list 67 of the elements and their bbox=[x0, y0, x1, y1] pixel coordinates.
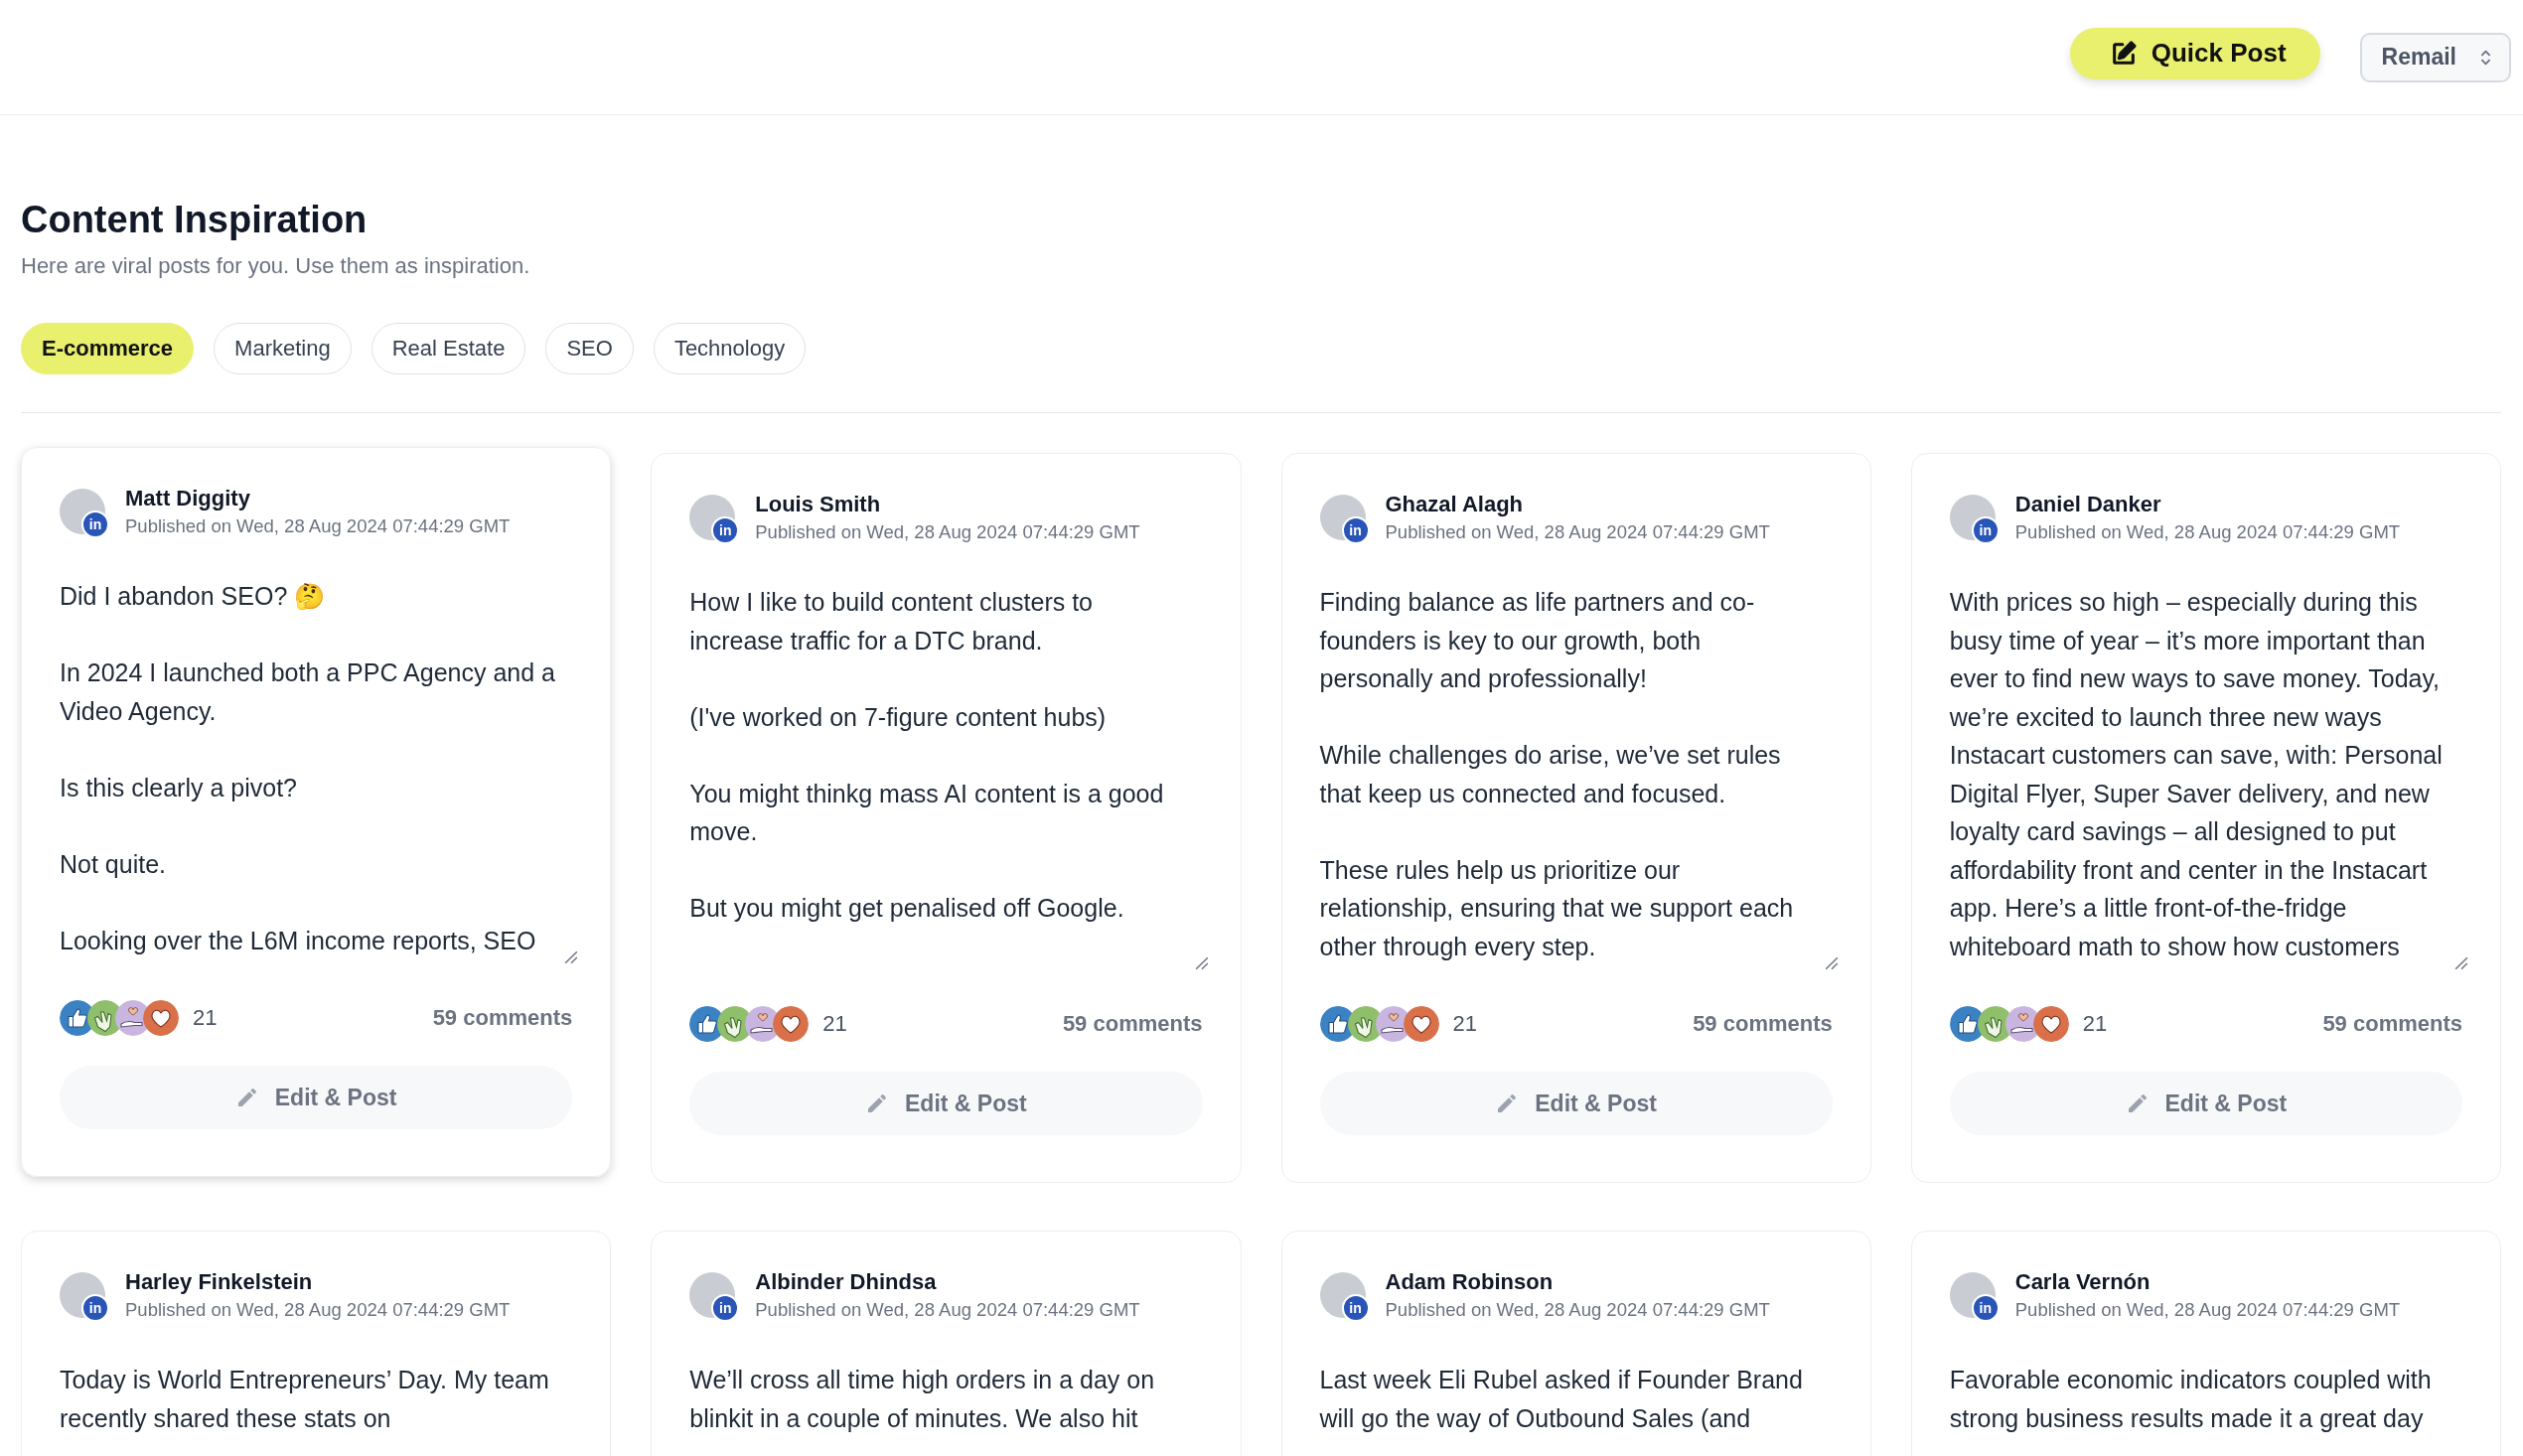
author-name: Albinder Dhindsa bbox=[755, 1269, 938, 1295]
post-paragraph: (I've worked on 7-figure content hubs) bbox=[689, 701, 1108, 733]
linkedin-badge: in bbox=[1341, 1294, 1370, 1322]
post-paragraph: But you might get penalised off Google. bbox=[689, 893, 1125, 924]
author-name: Louis Smith bbox=[755, 492, 882, 517]
chevron-up-down-icon bbox=[2480, 48, 2491, 67]
edit-and-post-button[interactable]: Edit & Post bbox=[1319, 1072, 1833, 1135]
comment-count[interactable]: 59 comments bbox=[2322, 1011, 2462, 1037]
published-date: Published on Wed, 28 Aug 2024 07:44:29 GMT bbox=[755, 521, 1140, 543]
author-name: Adam Robinson bbox=[1385, 1269, 1555, 1295]
post-paragraph: Did I abandon SEO? 🤔 bbox=[60, 581, 327, 612]
post-paragraph: Today is World Entrepreneurs’ Day. My team recently shared these stats on bbox=[60, 1365, 550, 1434]
linkedin-badge: in bbox=[81, 510, 109, 538]
post-paragraph: In 2024 I launched both a PPC Agency and a Video Agency. bbox=[60, 657, 556, 727]
post-paragraph: We’ll cross all time high orders in a day on blinkit in a couple of minutes. We also hit bbox=[689, 1365, 1156, 1434]
published-date: Published on Wed, 28 Aug 2024 07:44:29 GMT bbox=[755, 1299, 1140, 1321]
reaction-count: 21 bbox=[2082, 1011, 2108, 1037]
published-date: Published on Wed, 28 Aug 2024 07:44:29 GMT bbox=[1385, 521, 1770, 543]
page-title: Content Inspiration bbox=[21, 199, 369, 241]
resize-handle-icon[interactable] bbox=[1824, 956, 1839, 970]
quick-post-button[interactable]: Quick Post bbox=[2069, 27, 2320, 79]
post-paragraph: These rules help us prioritize our relationship, ensuring that we support each other through every step. bbox=[1319, 854, 1795, 962]
linkedin-badge: in bbox=[81, 1294, 109, 1322]
comment-count[interactable]: 59 comments bbox=[1693, 1011, 1833, 1037]
reaction-count: 21 bbox=[1452, 1011, 1477, 1037]
author-name: Harley Finkelstein bbox=[125, 1269, 314, 1295]
post-paragraph: How I like to build content clusters to increase traffic for a DTC brand. bbox=[689, 587, 1094, 656]
published-date: Published on Wed, 28 Aug 2024 07:44:29 GMT bbox=[2014, 521, 2401, 543]
linkedin-badge: in bbox=[1341, 516, 1370, 544]
linkedin-badge: in bbox=[1971, 1294, 2000, 1322]
edit-and-post-button[interactable]: Edit & Post bbox=[60, 1066, 573, 1129]
comment-count[interactable]: 59 comments bbox=[1062, 1011, 1203, 1037]
post-paragraph: Is this clearly a pivot? bbox=[60, 772, 298, 803]
category-tab[interactable]: E-commerce bbox=[21, 323, 195, 374]
author-name: Matt Diggity bbox=[125, 486, 251, 511]
resize-handle-icon[interactable] bbox=[2454, 956, 2468, 970]
post-paragraph: You might thinkg mass AI content is a good move. bbox=[689, 778, 1165, 847]
post-paragraph: Favorable economic indicators coupled with strong business results made it a great day bbox=[1949, 1365, 2433, 1434]
page-subtitle: Here are viral posts for you. Use them as inspiration. bbox=[21, 253, 531, 279]
reaction-count: 21 bbox=[822, 1011, 847, 1037]
edit-and-post-button[interactable]: Edit & Post bbox=[689, 1072, 1203, 1135]
author-name: Daniel Danker bbox=[2014, 492, 2162, 517]
edit-and-post-button[interactable]: Edit & Post bbox=[1949, 1072, 2462, 1135]
category-tab[interactable]: Technology bbox=[653, 323, 807, 374]
category-tab[interactable]: Real Estate bbox=[371, 323, 526, 374]
post-paragraph: Last week Eli Rubel asked if Founder Brand will go the way of Outbound Sales (and bbox=[1319, 1365, 1804, 1434]
category-tab[interactable]: SEO bbox=[545, 323, 634, 374]
reaction-count: 21 bbox=[193, 1005, 218, 1031]
published-date: Published on Wed, 28 Aug 2024 07:44:29 GMT bbox=[125, 1299, 511, 1321]
published-date: Published on Wed, 28 Aug 2024 07:44:29 GMT bbox=[2014, 1299, 2401, 1321]
linkedin-badge: in bbox=[1971, 516, 2000, 544]
linkedin-badge: in bbox=[711, 516, 740, 544]
post-paragraph: With prices so high – especially during this busy time of year – it’s more important than ever to find new ways to save money. Today, we’re excited to launch three new ways Instacart customers can save, with: Personal Digital Flyer, Super Saver delivery, and new loyalty card savings – all designed to put affordability front and center in the Instacart app. Here’s a little front-of-the-fridge whiteboard math to show how customers bbox=[1949, 587, 2444, 962]
published-date: Published on Wed, 28 Aug 2024 07:44:29 GMT bbox=[1385, 1299, 1770, 1321]
post-paragraph: While challenges do arise, we’ve set rules that keep us connected and focused. bbox=[1319, 740, 1782, 809]
post-paragraph: Looking over the L6M income reports, SEO bbox=[60, 925, 537, 956]
account-select[interactable]: Remail bbox=[2359, 32, 2511, 82]
resize-handle-icon[interactable] bbox=[564, 950, 579, 964]
linkedin-badge: in bbox=[711, 1294, 740, 1322]
comment-count[interactable]: 59 comments bbox=[432, 1005, 573, 1031]
post-paragraph: Finding balance as life partners and co-founders is key to our growth, both personally and professionally! bbox=[1319, 587, 1756, 694]
category-tab[interactable]: Marketing bbox=[214, 323, 352, 374]
author-name: Carla Vernón bbox=[2014, 1269, 2152, 1295]
published-date: Published on Wed, 28 Aug 2024 07:44:29 GMT bbox=[125, 515, 511, 537]
resize-handle-icon[interactable] bbox=[1194, 956, 1209, 970]
post-paragraph: Not quite. bbox=[60, 848, 167, 880]
author-name: Ghazal Alagh bbox=[1385, 492, 1525, 517]
